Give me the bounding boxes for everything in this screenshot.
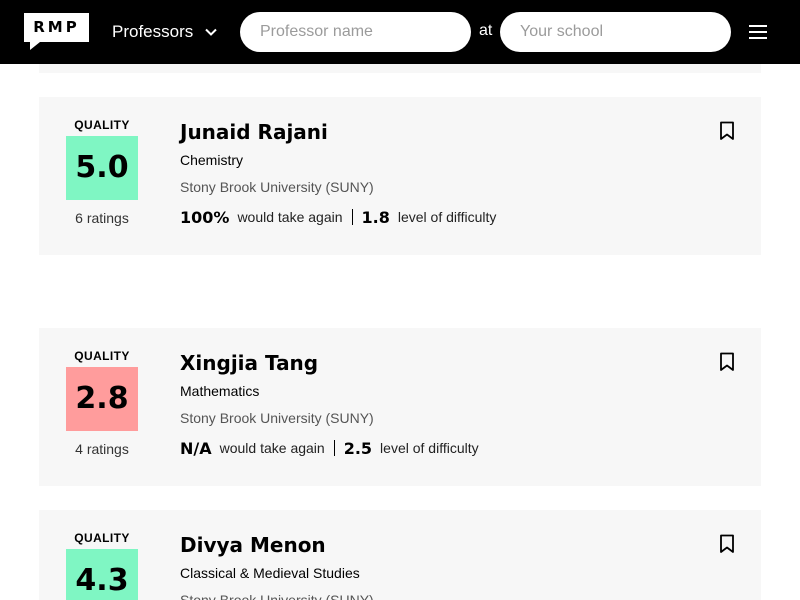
school-name-input[interactable] bbox=[500, 12, 731, 52]
bookmark-icon[interactable] bbox=[719, 352, 735, 372]
school-name: Stony Brook University (SUNY) bbox=[180, 410, 374, 426]
difficulty-value: 2.5 bbox=[343, 438, 373, 458]
quality-label: QUALITY bbox=[74, 118, 130, 132]
stat-divider bbox=[351, 209, 353, 225]
would-take-again-value: 100% bbox=[180, 207, 230, 227]
professor-stats: 100% would take again 1.8 level of diffi… bbox=[180, 206, 700, 228]
professor-card[interactable]: QUALITY 4.3 Divya Menon Classical & Medi… bbox=[39, 510, 761, 600]
would-take-again-value: N/A bbox=[180, 438, 212, 458]
school-name: Stony Brook University (SUNY) bbox=[180, 592, 374, 600]
department: Chemistry bbox=[180, 152, 244, 168]
ratings-count: 4 ratings bbox=[75, 441, 129, 457]
quality-block: QUALITY 4.3 bbox=[39, 530, 165, 600]
professor-info: Xingjia Tang Mathematics Stony Brook Uni… bbox=[180, 348, 700, 459]
would-take-again-label: would take again bbox=[219, 440, 325, 456]
rmp-logo[interactable]: RMP bbox=[24, 13, 89, 50]
stat-divider bbox=[333, 440, 335, 456]
school-name: Stony Brook University (SUNY) bbox=[180, 179, 374, 195]
would-take-again-label: would take again bbox=[237, 209, 343, 225]
chevron-down-icon bbox=[205, 28, 217, 36]
quality-block: QUALITY 2.8 4 ratings bbox=[39, 348, 165, 457]
quality-rating-box: 4.3 bbox=[66, 549, 138, 600]
quality-block: QUALITY 5.0 6 ratings bbox=[39, 117, 165, 226]
quality-label: QUALITY bbox=[74, 349, 130, 363]
professor-card[interactable]: QUALITY 2.8 4 ratings Xingjia Tang Mathe… bbox=[39, 328, 761, 486]
quality-label: QUALITY bbox=[74, 531, 130, 545]
professor-card[interactable]: QUALITY 5.0 6 ratings Junaid Rajani Chem… bbox=[39, 97, 761, 255]
difficulty-label: level of difficulty bbox=[380, 440, 479, 456]
professor-name[interactable]: Xingjia Tang bbox=[180, 348, 700, 378]
professor-info: Junaid Rajani Chemistry Stony Brook Univ… bbox=[180, 117, 700, 228]
professor-name-input[interactable] bbox=[240, 12, 471, 52]
ratings-count: 6 ratings bbox=[75, 210, 129, 226]
at-label: at bbox=[479, 22, 493, 39]
professor-name[interactable]: Junaid Rajani bbox=[180, 117, 700, 147]
professor-name[interactable]: Divya Menon bbox=[180, 530, 700, 560]
quality-rating-box: 5.0 bbox=[66, 136, 138, 200]
department: Mathematics bbox=[180, 383, 260, 399]
search-type-label: Professors bbox=[112, 22, 194, 41]
difficulty-value: 1.8 bbox=[361, 207, 390, 227]
difficulty-label: level of difficulty bbox=[397, 209, 497, 225]
department: Classical & Medieval Studies bbox=[180, 565, 360, 581]
professor-stats: N/A would take again 2.5 level of diffic… bbox=[180, 437, 700, 459]
top-nav-bar: RMP Professors at bbox=[0, 0, 800, 64]
professor-info: Divya Menon Classical & Medieval Studies… bbox=[180, 530, 700, 600]
logo-text: RMP bbox=[24, 13, 89, 42]
bookmark-icon[interactable] bbox=[719, 534, 735, 554]
search-type-select[interactable]: Professors bbox=[112, 20, 217, 44]
quality-rating-box: 2.8 bbox=[66, 367, 138, 431]
hamburger-menu-icon[interactable] bbox=[748, 22, 770, 42]
bookmark-icon[interactable] bbox=[719, 121, 735, 141]
logo-speech-tail bbox=[30, 42, 40, 50]
